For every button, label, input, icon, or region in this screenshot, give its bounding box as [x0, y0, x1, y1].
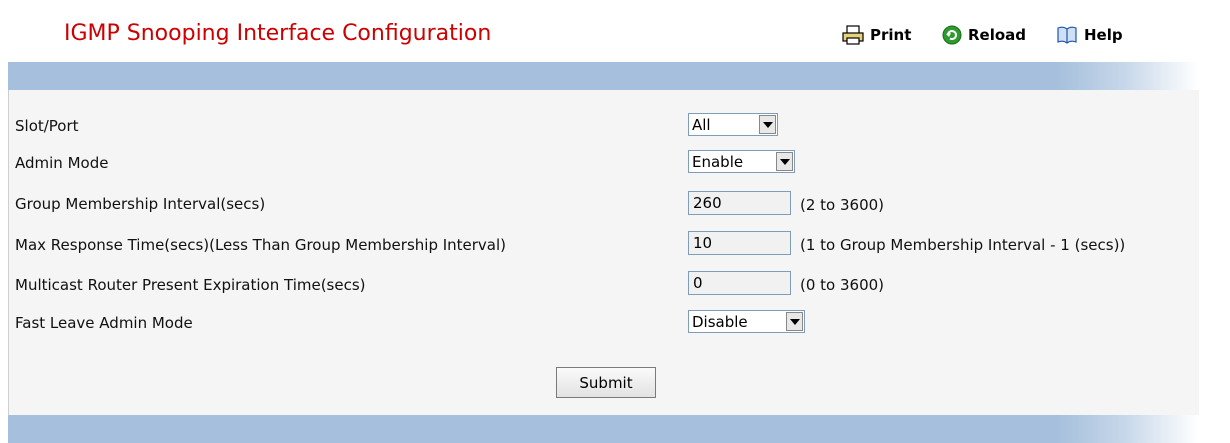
- mrouter-expiration-hint: (0 to 3600): [800, 276, 885, 294]
- admin-mode-label: Admin Mode: [15, 154, 109, 172]
- group-membership-interval-label: Group Membership Interval(secs): [15, 195, 266, 213]
- chevron-down-icon[interactable]: [776, 152, 793, 171]
- fast-leave-label: Fast Leave Admin Mode: [15, 314, 193, 332]
- header-band: [8, 62, 1198, 90]
- print-label: Print: [870, 26, 912, 44]
- mrouter-expiration-input[interactable]: 0: [688, 271, 791, 295]
- max-response-time-hint: (1 to Group Membership Interval - 1 (sec…: [800, 236, 1126, 254]
- help-label: Help: [1084, 26, 1123, 44]
- slot-port-select[interactable]: All: [688, 113, 778, 136]
- submit-button[interactable]: Submit: [556, 367, 656, 398]
- print-button[interactable]: Print: [842, 25, 911, 45]
- admin-mode-value: Enable: [692, 152, 744, 171]
- page-title: IGMP Snooping Interface Configuration: [64, 21, 492, 46]
- max-response-time-label: Max Response Time(secs)(Less Than Group …: [15, 236, 507, 254]
- printer-icon: [842, 25, 864, 45]
- admin-mode-select[interactable]: Enable: [688, 150, 795, 173]
- help-button[interactable]: Help: [1056, 25, 1123, 45]
- page-header: IGMP Snooping Interface Configuration Pr…: [0, 0, 1230, 62]
- group-membership-interval-input[interactable]: 260: [688, 191, 791, 215]
- mrouter-expiration-label: Multicast Router Present Expiration Time…: [15, 276, 366, 294]
- group-membership-interval-hint: (2 to 3600): [800, 196, 885, 214]
- slot-port-value: All: [692, 115, 711, 134]
- reload-label: Reload: [968, 26, 1027, 44]
- max-response-time-input[interactable]: 10: [688, 231, 791, 255]
- fast-leave-value: Disable: [692, 312, 748, 331]
- reload-button[interactable]: Reload: [942, 25, 1026, 45]
- help-book-icon: [1057, 26, 1077, 44]
- chevron-down-icon[interactable]: [786, 312, 803, 331]
- reload-icon: [942, 25, 962, 45]
- chevron-down-icon[interactable]: [759, 115, 776, 134]
- footer-band: [8, 415, 1198, 443]
- slot-port-label: Slot/Port: [15, 117, 79, 135]
- fast-leave-select[interactable]: Disable: [688, 310, 805, 333]
